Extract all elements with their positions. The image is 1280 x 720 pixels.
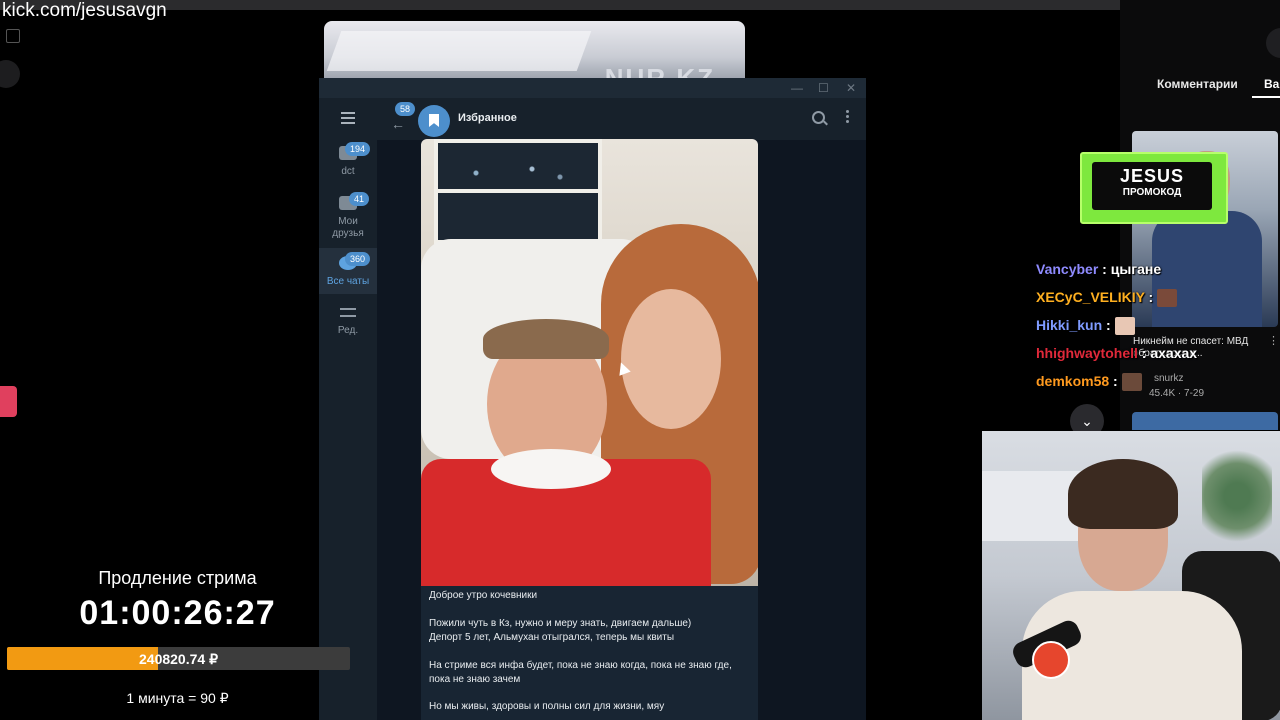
folder-all-chats[interactable]: 360 Все чаты [319, 248, 377, 294]
chat-username: Vancyber [1036, 261, 1099, 277]
chevron-down-icon: ⌄ [1081, 413, 1093, 429]
folder-label: Все чаты [326, 276, 370, 287]
promo-title: JESUS [1119, 166, 1185, 186]
message-caption: Доброе утро кочевники Пожили чуть в Кз, … [421, 586, 758, 720]
folder-label: Ред. [337, 325, 359, 336]
sidebar-toggle-icon[interactable] [6, 29, 20, 43]
chat-username: demkom58 [1036, 373, 1110, 389]
more-options-icon[interactable] [846, 110, 849, 125]
chat-text: цыгане [1110, 261, 1162, 277]
chat-message: Vancyber : цыгане [1036, 261, 1162, 277]
browser-top-strip [0, 0, 1280, 10]
emote-icon [1114, 317, 1135, 336]
active-tab-indicator [1252, 96, 1280, 98]
webcam-feed [982, 431, 1280, 720]
chat-message: Hikki_kun : [1036, 317, 1135, 336]
promo-subtitle: ПРОМОКОД [1122, 187, 1182, 198]
window-titlebar: — ☐ ✕ [319, 78, 866, 98]
chat-message: demkom58 : [1036, 373, 1142, 392]
caption-line: Пожили чуть в Кз, нужно и меру знать, дв… [429, 618, 692, 629]
background-video-card: NUR KZ [324, 21, 745, 81]
telegram-window: — ☐ ✕ 194 dct 41 Мои друзья 360 Все чаты… [319, 78, 866, 720]
extension-rate: 1 минута = 90 ₽ [126, 690, 229, 706]
folder-edit[interactable]: Ред. [319, 308, 377, 348]
folder-label: Мои друзья [332, 216, 364, 239]
caption-line: пока не знаю зачем [429, 674, 521, 685]
caption-line: Но мы живы, здоровы и полны сил для жизн… [429, 701, 665, 712]
unread-badge: 41 [349, 192, 370, 206]
tab-comments[interactable]: Комментарии [1157, 77, 1238, 91]
promo-banner: JESUS ПРОМОКОД [1080, 152, 1228, 224]
chat-message: XECyC_VELIKIY : [1036, 289, 1178, 308]
video-thumbnail[interactable] [1132, 412, 1278, 430]
back-unread-badge: 58 [395, 102, 416, 116]
chat-username: XECyC_VELIKIY [1036, 289, 1145, 305]
more-options-icon[interactable]: ⋮ [1268, 334, 1279, 347]
folder-friends[interactable]: 41 Мои друзья [319, 192, 377, 244]
caption-line: Доброе утро кочевники [429, 590, 538, 601]
folder-label: dct [341, 166, 355, 177]
chat-title[interactable]: Избранное [458, 112, 517, 124]
live-indicator [0, 386, 17, 417]
saved-messages-avatar[interactable] [418, 105, 450, 137]
chat-text: ахахах [1150, 345, 1198, 361]
unread-badge: 194 [345, 142, 371, 156]
bookmark-icon [429, 114, 439, 127]
menu-icon[interactable] [341, 112, 355, 127]
chat-username: Hikki_kun [1036, 317, 1103, 333]
back-arrow-icon[interactable]: ← [391, 116, 405, 132]
extension-progress-bar: 240820.74 ₽ [7, 647, 350, 670]
video-channel[interactable]: snurkz [1154, 373, 1183, 384]
chat-header [377, 98, 866, 141]
minimize-icon[interactable]: — [791, 81, 803, 95]
maximize-icon[interactable]: ☐ [818, 81, 829, 95]
folder-dct[interactable]: 194 dct [319, 142, 377, 188]
message-photo[interactable] [421, 139, 758, 586]
emote-icon [1157, 289, 1178, 308]
left-avatar[interactable] [0, 60, 20, 88]
extension-timer: 01:00:26:27 [79, 594, 276, 632]
emote-icon [1121, 373, 1142, 392]
chat-username: hhighwaytohell [1036, 345, 1138, 361]
unread-badge: 360 [345, 252, 371, 266]
caption-line: Депорт 5 лет, Альмухан отыгрался, теперь… [429, 632, 675, 643]
extension-amount: 240820.74 ₽ [139, 651, 218, 667]
caption-line: На стриме вся инфа будет, пока не знаю к… [429, 660, 732, 671]
stream-url-overlay: kick.com/jesusavgn [2, 0, 167, 21]
extension-title: Продление стрима [98, 568, 257, 588]
video-meta: 45.4K · 7-29 [1149, 388, 1205, 399]
search-icon[interactable] [812, 111, 825, 124]
chat-message: hhighwaytohell : ахахах [1036, 345, 1198, 361]
tab-other[interactable]: Ва [1264, 77, 1279, 91]
close-icon[interactable]: ✕ [846, 81, 856, 95]
sliders-icon [340, 308, 356, 317]
